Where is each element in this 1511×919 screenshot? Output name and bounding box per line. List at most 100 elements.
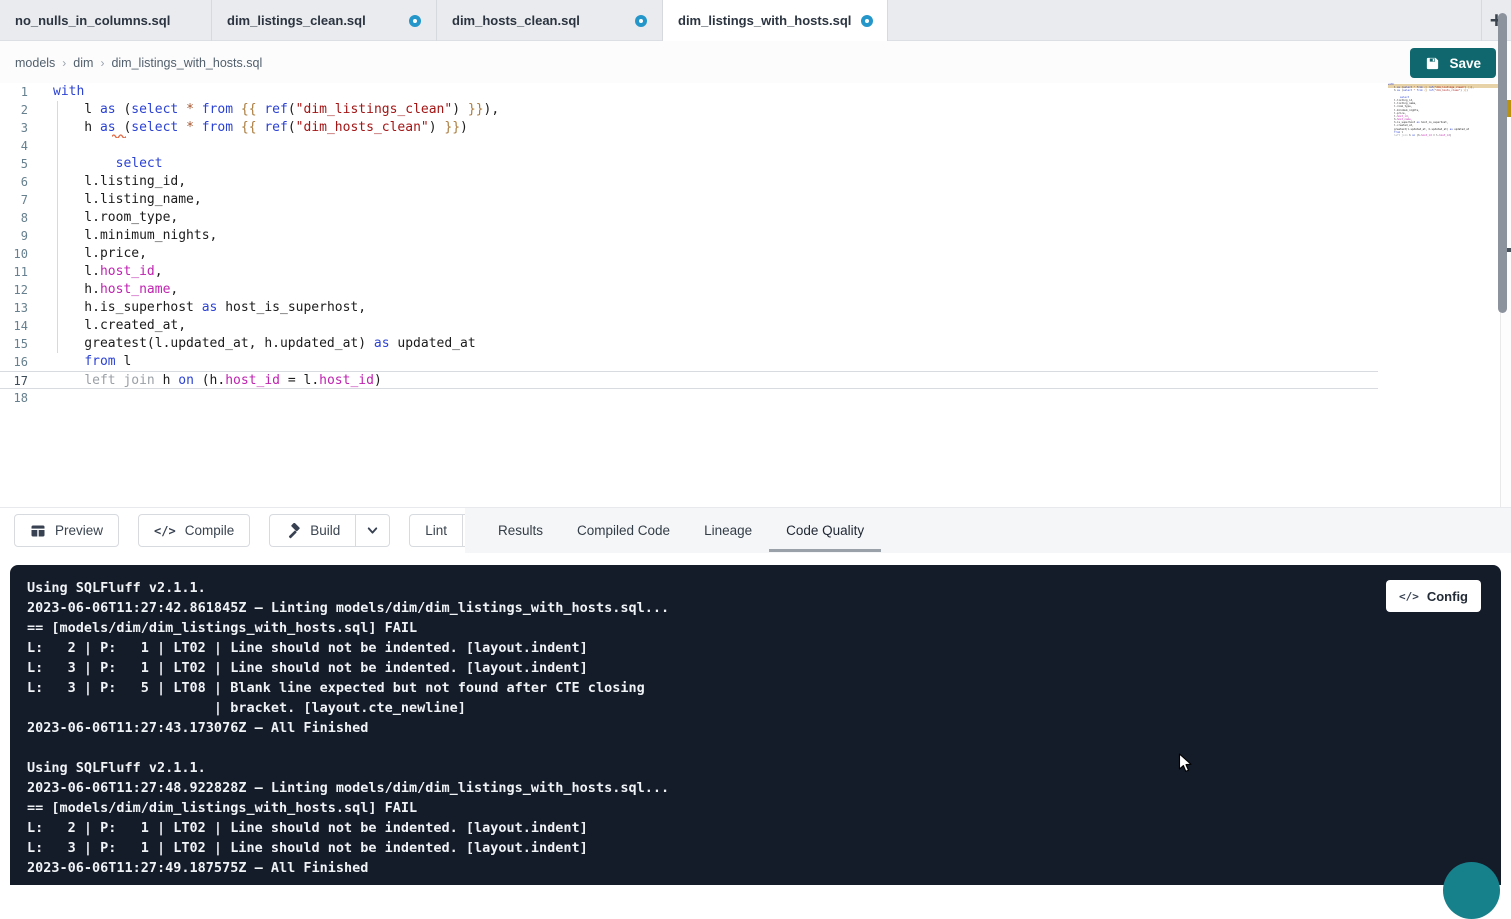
code-icon: </> bbox=[154, 524, 176, 538]
code-line[interactable]: 11 l.host_id, bbox=[0, 263, 1378, 281]
modified-dot-icon bbox=[861, 15, 873, 27]
build-dropdown-button[interactable] bbox=[355, 514, 390, 547]
token: select bbox=[131, 102, 178, 117]
chevron-right-icon: › bbox=[62, 56, 66, 70]
tab-compiled-code[interactable]: Compiled Code bbox=[560, 508, 687, 553]
token: h. bbox=[53, 282, 100, 297]
tab-results[interactable]: Results bbox=[481, 508, 560, 553]
file-tab[interactable]: dim_hosts_clean.sql bbox=[437, 0, 663, 41]
token bbox=[194, 120, 202, 135]
terminal-output: Using SQLFluff v2.1.1. 2023-06-06T11:27:… bbox=[10, 565, 1501, 878]
code-text: h.host_name, bbox=[53, 281, 178, 299]
tab-code-quality[interactable]: Code Quality bbox=[769, 508, 881, 553]
code-line[interactable]: 14 l.created_at, bbox=[0, 317, 1378, 335]
token bbox=[233, 120, 241, 135]
breadcrumb-item-file: dim_listings_with_hosts.sql bbox=[111, 56, 262, 70]
code-icon: </> bbox=[1399, 590, 1419, 603]
terminal-scrollbar[interactable] bbox=[1498, 13, 1507, 313]
code-line[interactable]: 1with bbox=[0, 83, 1378, 101]
token: ) bbox=[460, 120, 468, 135]
minimap[interactable]: with l as (select * from {{ ref("dim_lis… bbox=[1388, 83, 1498, 140]
line-number: 1 bbox=[0, 83, 28, 101]
code-line[interactable]: 13 h.is_superhost as host_is_superhost, bbox=[0, 299, 1378, 317]
token: h bbox=[155, 373, 178, 388]
token: left join bbox=[84, 373, 154, 388]
token: l bbox=[116, 354, 132, 369]
file-tab[interactable]: no_nulls_in_columns.sql bbox=[0, 0, 212, 41]
file-tab[interactable]: dim_listings_with_hosts.sql bbox=[663, 0, 888, 41]
token: from bbox=[202, 102, 233, 117]
result-tab-bar: Results Compiled Code Lineage Code Quali… bbox=[465, 508, 1511, 553]
token: = l. bbox=[280, 373, 319, 388]
token: updated_at bbox=[390, 336, 476, 351]
lint-button-label: Lint bbox=[425, 523, 447, 538]
code-line[interactable]: 7 l.listing_name, bbox=[0, 191, 1378, 209]
tab-compiled-code-label: Compiled Code bbox=[577, 523, 670, 538]
code-line[interactable]: 4 bbox=[0, 137, 1378, 155]
token: host_name bbox=[100, 282, 170, 297]
file-tab-label: dim_hosts_clean.sql bbox=[452, 13, 580, 28]
code-line[interactable]: 6 l.listing_id, bbox=[0, 173, 1378, 191]
code-line[interactable]: 2 l as (select * from {{ ref("dim_listin… bbox=[0, 101, 1378, 119]
token: l.room_type, bbox=[53, 210, 178, 225]
code-lines[interactable]: 1with2 l as (select * from {{ ref("dim_l… bbox=[0, 83, 1511, 407]
save-button[interactable]: Save bbox=[1410, 48, 1496, 78]
tab-lineage[interactable]: Lineage bbox=[687, 508, 769, 553]
token: ) bbox=[452, 102, 468, 117]
code-line[interactable]: 16 from l bbox=[0, 353, 1378, 371]
token: host_id bbox=[319, 373, 374, 388]
token: as bbox=[202, 300, 218, 315]
token: l.created_at, bbox=[53, 318, 186, 333]
code-line[interactable]: 18 bbox=[0, 389, 1378, 407]
breadcrumb-item-dim[interactable]: dim bbox=[73, 56, 93, 70]
token: {{ bbox=[241, 120, 257, 135]
file-tab-bar: no_nulls_in_columns.sqldim_listings_clea… bbox=[0, 0, 1511, 41]
help-button[interactable] bbox=[1443, 862, 1500, 919]
token: ), bbox=[484, 102, 500, 117]
preview-button[interactable]: Preview bbox=[14, 514, 119, 547]
preview-button-label: Preview bbox=[55, 523, 103, 538]
code-line[interactable]: 17 left join h on (h.host_id = l.host_id… bbox=[0, 371, 1378, 389]
token: (h. bbox=[194, 373, 225, 388]
token: * bbox=[186, 120, 194, 135]
token: h bbox=[53, 120, 100, 135]
compile-button[interactable]: </> Compile bbox=[138, 514, 250, 547]
code-line[interactable]: 3 h as (select * from {{ ref("dim_hosts_… bbox=[0, 119, 1378, 137]
save-button-label: Save bbox=[1449, 56, 1481, 71]
code-text: from l bbox=[53, 353, 131, 371]
line-number: 9 bbox=[0, 227, 28, 245]
token: from bbox=[84, 354, 115, 369]
save-icon bbox=[1425, 56, 1440, 71]
lint-button[interactable]: Lint bbox=[409, 514, 462, 547]
token: select bbox=[116, 156, 163, 171]
token: ) bbox=[374, 373, 382, 388]
breadcrumb-item-models[interactable]: models bbox=[15, 56, 55, 70]
token: l.listing_name, bbox=[53, 192, 202, 207]
token: l bbox=[53, 102, 100, 117]
table-grid-icon bbox=[30, 523, 46, 539]
line-number: 7 bbox=[0, 191, 28, 209]
code-line[interactable]: 10 l.price, bbox=[0, 245, 1378, 263]
code-line[interactable]: 15 greatest(l.updated_at, h.updated_at) … bbox=[0, 335, 1378, 353]
config-button-label: Config bbox=[1427, 589, 1468, 604]
build-button[interactable]: Build bbox=[269, 514, 355, 547]
code-line[interactable]: 12 h.host_name, bbox=[0, 281, 1378, 299]
indent-guide-line bbox=[57, 101, 58, 353]
token bbox=[194, 102, 202, 117]
code-line[interactable]: 8 l.room_type, bbox=[0, 209, 1378, 227]
modified-dot-icon bbox=[409, 15, 421, 27]
code-text: greatest(l.updated_at, h.updated_at) as … bbox=[53, 335, 476, 353]
code-line[interactable]: 9 l.minimum_nights, bbox=[0, 227, 1378, 245]
token bbox=[53, 373, 84, 388]
code-text: l.created_at, bbox=[53, 317, 186, 335]
config-button[interactable]: </> Config bbox=[1386, 580, 1481, 612]
token: h.is_superhost bbox=[53, 300, 202, 315]
line-number: 15 bbox=[0, 335, 28, 353]
code-line[interactable]: 5 select bbox=[0, 155, 1378, 173]
line-number: 12 bbox=[0, 281, 28, 299]
code-editor[interactable]: 1with2 l as (select * from {{ ref("dim_l… bbox=[0, 83, 1511, 507]
file-tab[interactable]: dim_listings_clean.sql bbox=[212, 0, 437, 41]
line-number: 10 bbox=[0, 245, 28, 263]
code-text: left join h on (h.host_id = l.host_id) bbox=[53, 372, 382, 388]
tab-lineage-label: Lineage bbox=[704, 523, 752, 538]
